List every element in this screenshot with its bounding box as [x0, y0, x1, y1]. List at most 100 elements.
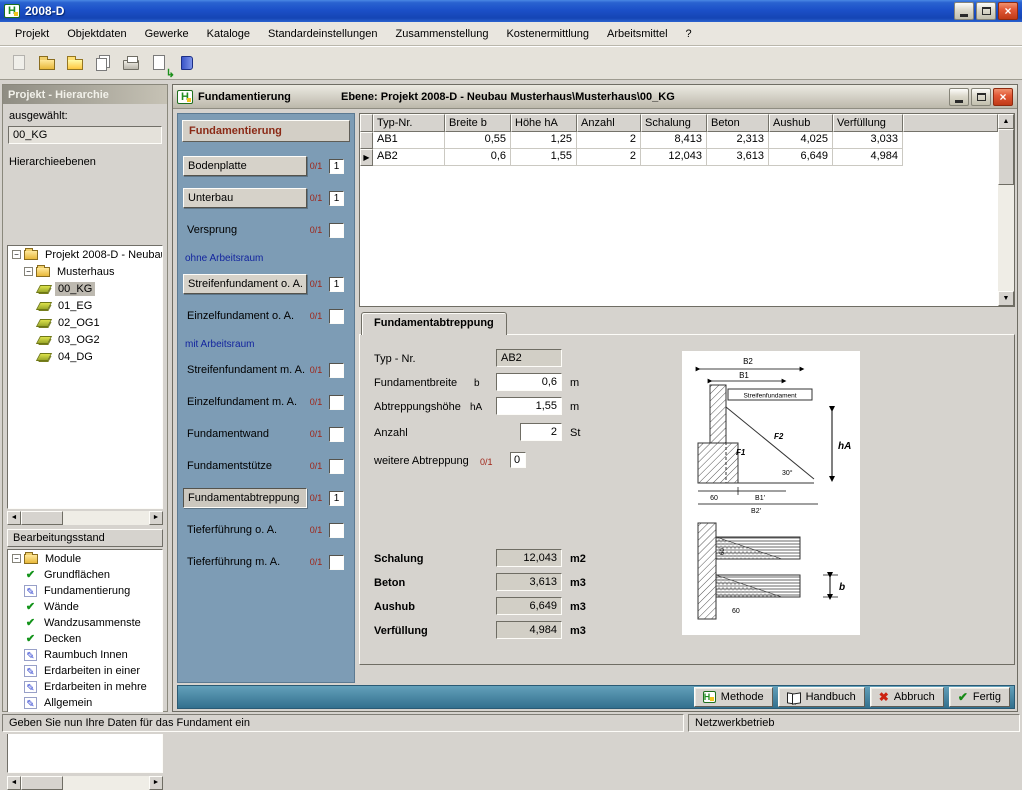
sidebar-item[interactable]: Streifenfundament m. A. 0/1 [183, 360, 349, 380]
scroll-up-icon[interactable]: ▲ [998, 114, 1014, 129]
sidebar-item-count-box[interactable]: 1 [329, 159, 344, 174]
menu-item[interactable]: Kostenermittlung [497, 24, 598, 44]
maximize-button[interactable] [976, 2, 996, 20]
close-button[interactable]: × [993, 88, 1013, 106]
sidebar-item[interactable]: Fundamentabtreppung 0/1 1 [183, 488, 349, 508]
sidebar-item[interactable]: Fundamentstütze 0/1 [183, 456, 349, 476]
sidebar-item-count-box[interactable] [329, 427, 344, 442]
sidebar-item-count-box[interactable]: 1 [329, 491, 344, 506]
scroll-thumb[interactable] [21, 511, 63, 525]
window-caption[interactable]: H Fundamentierung Ebene: Projekt 2008-D … [173, 85, 1017, 109]
tab-fundamentabtreppung[interactable]: Fundamentabtreppung [361, 312, 507, 335]
module-item[interactable]: Erdarbeiten in einer [8, 663, 162, 679]
column-header[interactable]: Breite b [445, 114, 511, 132]
scroll-thumb[interactable] [21, 776, 63, 790]
sidebar-item[interactable]: Unterbau 0/1 1 [183, 188, 349, 208]
tree-item-floor[interactable]: 01_EG [8, 297, 162, 314]
sidebar-item-count-box[interactable] [329, 395, 344, 410]
sidebar-item[interactable]: Streifenfundament o. A. 0/1 1 [183, 274, 349, 294]
menu-item[interactable]: Objektdaten [58, 24, 135, 44]
typ-input[interactable]: AB2 [496, 349, 562, 367]
handbuch-button[interactable]: Handbuch [778, 687, 865, 707]
column-header[interactable]: Typ-Nr. [373, 114, 445, 132]
tree-item-building[interactable]: Musterhaus [8, 263, 162, 280]
sidebar-item-count-box[interactable] [329, 363, 344, 378]
maximize-button[interactable] [971, 88, 991, 106]
abbruch-button[interactable]: ✖ Abbruch [870, 687, 944, 707]
open-icon[interactable] [34, 50, 60, 76]
module-item[interactable]: Grundflächen [8, 567, 162, 583]
column-header[interactable]: Beton [707, 114, 769, 132]
menu-item[interactable]: Standardeinstellungen [259, 24, 386, 44]
minimize-button[interactable] [954, 2, 974, 20]
module-hscrollbar[interactable]: ◄ ► [7, 776, 163, 790]
table-row[interactable]: ▶ AB2 0,6 1,55 2 12,043 3,613 6,649 4,98… [360, 149, 998, 166]
tree-item-floor[interactable]: 03_OG2 [8, 331, 162, 348]
scroll-down-icon[interactable]: ▼ [998, 291, 1014, 306]
folder-icon[interactable] [62, 50, 88, 76]
column-header[interactable]: Aushub [769, 114, 833, 132]
sidebar-item-count-box[interactable] [329, 223, 344, 238]
sidebar-item[interactable]: Versprung 0/1 [183, 220, 349, 240]
sidebar-item[interactable]: Einzelfundament o. A. 0/1 [183, 306, 349, 326]
scroll-left-icon[interactable]: ◄ [7, 776, 21, 790]
weitere-input[interactable]: 0 [510, 452, 526, 468]
breite-input[interactable]: 0,6 [496, 373, 562, 391]
scroll-left-icon[interactable]: ◄ [7, 511, 21, 525]
sidebar-item[interactable]: mit Arbeitsraum [183, 338, 349, 351]
copy-icon[interactable] [90, 50, 116, 76]
hierarchy-hscrollbar[interactable]: ◄ ► [7, 511, 163, 525]
sidebar-item[interactable]: ohne Arbeitsraum [183, 252, 349, 265]
hoehe-input[interactable]: 1,55 [496, 397, 562, 415]
minimize-button[interactable] [949, 88, 969, 106]
close-button[interactable]: × [998, 2, 1018, 20]
sidebar-item[interactable]: Bodenplatte 0/1 1 [183, 156, 349, 176]
module-item[interactable]: Decken [8, 631, 162, 647]
module-item[interactable]: Erdarbeiten in mehre [8, 679, 162, 695]
new-document-icon[interactable] [6, 50, 32, 76]
sidebar-item-count-box[interactable]: 1 [329, 277, 344, 292]
menu-item[interactable]: Projekt [6, 24, 58, 44]
exit-icon[interactable] [174, 50, 200, 76]
module-item[interactable]: Raumbuch Innen [8, 647, 162, 663]
tree-item-floor[interactable]: 00_KG [8, 280, 162, 297]
scroll-thumb[interactable] [998, 129, 1014, 185]
collapse-icon[interactable] [12, 250, 21, 259]
tree-item-floor[interactable]: 02_OG1 [8, 314, 162, 331]
sidebar-item-count-box[interactable] [329, 555, 344, 570]
module-item[interactable]: Allgemein [8, 695, 162, 711]
tree-item-project[interactable]: Projekt 2008-D - Neubau [8, 246, 162, 263]
table-vscrollbar[interactable]: ▲ ▼ [998, 114, 1014, 306]
hierarchy-panel-caption[interactable]: Projekt - Hierarchie [3, 85, 167, 104]
collapse-icon[interactable] [24, 267, 33, 276]
menu-item[interactable]: Arbeitsmittel [598, 24, 677, 44]
sidebar-item[interactable]: Tieferführung m. A. 0/1 [183, 552, 349, 572]
export-icon[interactable]: ↳ [146, 50, 172, 76]
methode-button[interactable]: H Methode [694, 687, 773, 707]
fertig-button[interactable]: ✔ Fertig [949, 687, 1010, 707]
menu-item[interactable]: Kataloge [198, 24, 259, 44]
module-item[interactable]: Wände [8, 599, 162, 615]
module-item[interactable]: Fundamentierung [8, 583, 162, 599]
sidebar-item[interactable]: Einzelfundament m. A. 0/1 [183, 392, 349, 412]
column-header[interactable]: Schalung [641, 114, 707, 132]
column-header[interactable]: Verfüllung [833, 114, 903, 132]
menu-item[interactable]: ? [677, 24, 701, 44]
tree-item-module-root[interactable]: Module [8, 550, 162, 567]
sidebar-item-count-box[interactable] [329, 309, 344, 324]
print-icon[interactable] [118, 50, 144, 76]
collapse-icon[interactable] [12, 554, 21, 563]
table-row[interactable]: AB1 0,55 1,25 2 8,413 2,313 4,025 3,033 [360, 132, 998, 149]
scroll-right-icon[interactable]: ► [149, 776, 163, 790]
sidebar-item-count-box[interactable] [329, 459, 344, 474]
sidebar-item-count-box[interactable] [329, 523, 344, 538]
menu-item[interactable]: Zusammenstellung [387, 24, 498, 44]
sidebar-item-count-box[interactable]: 1 [329, 191, 344, 206]
menu-item[interactable]: Gewerke [136, 24, 198, 44]
sidebar-item[interactable]: Fundamentwand 0/1 [183, 424, 349, 444]
scroll-right-icon[interactable]: ► [149, 511, 163, 525]
column-header[interactable]: Anzahl [577, 114, 641, 132]
anzahl-input[interactable]: 2 [520, 423, 562, 441]
column-header[interactable]: Höhe hA [511, 114, 577, 132]
sidebar-item[interactable]: Tieferführung o. A. 0/1 [183, 520, 349, 540]
